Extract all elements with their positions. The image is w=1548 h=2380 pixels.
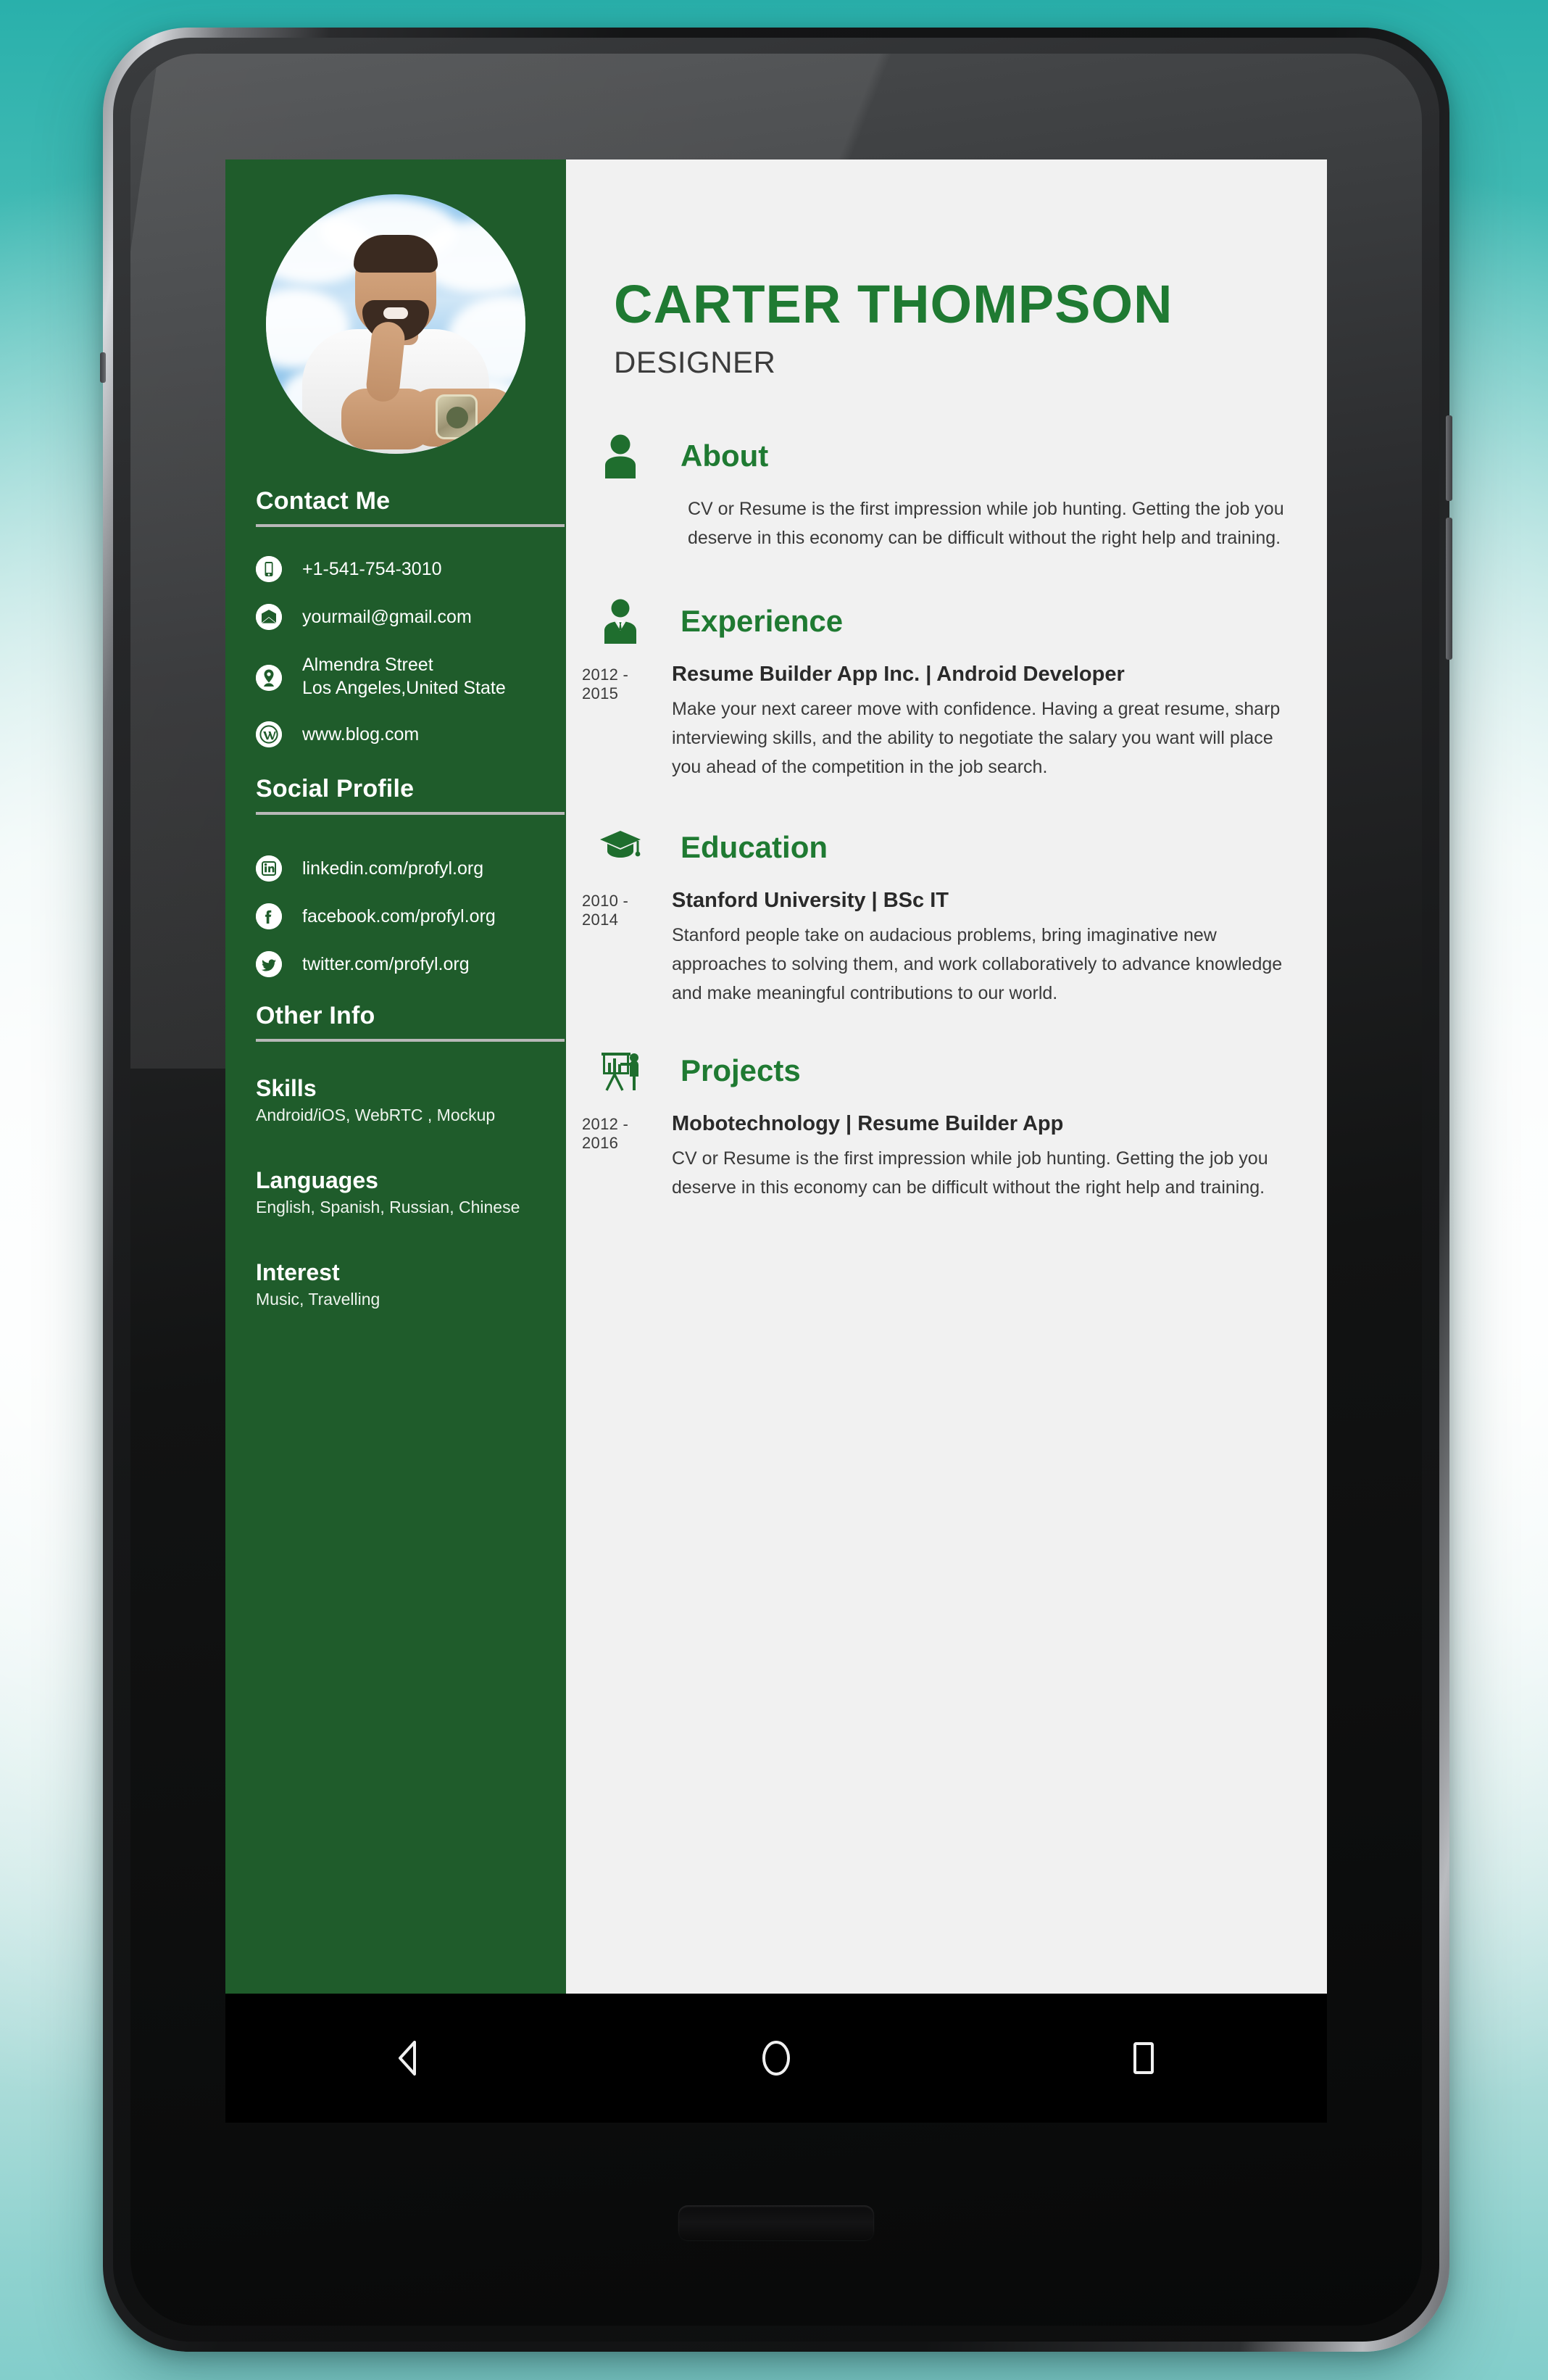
education-entry-desc: Stanford people take on audacious proble… — [672, 925, 1283, 1003]
skills-heading: Skills — [256, 1075, 317, 1101]
projects-header: Projects — [566, 1048, 1299, 1093]
resume-main: CARTER THOMPSON DESIGNER About CV or Res… — [566, 159, 1327, 1994]
contact-email-text: yourmail@gmail.com — [302, 607, 472, 627]
social-section-title: Social Profile — [256, 775, 415, 803]
contact-item-location[interactable]: Almendra Street Los Angeles,United State — [256, 652, 566, 700]
graduation-cap-icon — [598, 825, 643, 870]
social-item-linkedin[interactable]: linkedin.com/profyl.org — [256, 855, 566, 882]
businessman-icon — [598, 599, 643, 644]
education-title: Education — [681, 830, 828, 864]
back-button[interactable] — [365, 2015, 452, 2102]
phone-icon — [256, 556, 282, 582]
recents-button[interactable] — [1100, 2015, 1187, 2102]
experience-header: Experience — [566, 599, 1299, 644]
skills-block: Skills Android/iOS, WebRTC , Mockup — [225, 1075, 566, 1127]
other-info-divider — [256, 1039, 565, 1042]
person-icon — [598, 434, 643, 478]
education-entry: 2010 - 2014 Stanford University | BSc IT… — [566, 887, 1299, 1008]
experience-entry-desc: Make your next career move with confiden… — [672, 699, 1281, 777]
interest-text: Music, Travelling — [256, 1290, 380, 1309]
projects-entry: 2012 - 2016 Mobotechnology | Resume Buil… — [566, 1111, 1299, 1202]
address-line-1: Almendra Street — [302, 655, 433, 675]
location-icon — [256, 665, 282, 691]
projects-entry-title: Mobotechnology | Resume Builder App — [672, 1112, 1064, 1135]
education-section: Education 2010 - 2014 Stanford Universit… — [566, 825, 1299, 1008]
twitter-icon — [256, 951, 282, 977]
contact-website-text: www.blog.com — [302, 724, 420, 745]
languages-block: Languages English, Spanish, Russian, Chi… — [225, 1167, 566, 1219]
education-header: Education — [566, 825, 1299, 870]
contact-item-email[interactable]: yourmail@gmail.com — [256, 604, 566, 630]
social-twitter-text: twitter.com/profyl.org — [302, 954, 470, 974]
avatar-container — [225, 159, 566, 454]
home-button[interactable] — [733, 2015, 820, 2102]
about-header: About — [566, 434, 1299, 478]
social-facebook-text: facebook.com/profyl.org — [302, 906, 496, 926]
interest-heading: Interest — [256, 1259, 340, 1285]
contact-item-phone[interactable]: +1-541-754-3010 — [256, 556, 566, 582]
projects-title: Projects — [681, 1053, 801, 1087]
wordpress-icon — [256, 721, 282, 747]
other-info-section-title: Other Info — [256, 1002, 375, 1029]
languages-heading: Languages — [256, 1167, 378, 1193]
phone-device: Contact Me +1-541-754-3010 yourmail@gmai… — [100, 28, 1452, 2352]
address-line-2: Los Angeles,United State — [302, 678, 506, 698]
interest-block: Interest Music, Travelling — [225, 1259, 566, 1311]
app-screen: Contact Me +1-541-754-3010 yourmail@gmai… — [225, 159, 1327, 1994]
projects-section: Projects 2012 - 2016 Mobotechnology | Re… — [566, 1048, 1299, 1202]
social-list: linkedin.com/profyl.org facebook.com/pro… — [225, 815, 566, 977]
avatar — [266, 194, 525, 454]
experience-section: Experience 2012 - 2015 Resume Builder Ap… — [566, 599, 1299, 781]
projects-entry-desc: CV or Resume is the first impression whi… — [672, 1148, 1268, 1198]
presentation-icon — [598, 1048, 643, 1093]
bottom-speaker — [678, 2205, 874, 2240]
education-years: 2010 - 2014 — [582, 892, 629, 929]
experience-entry-title: Resume Builder App Inc. | Android Develo… — [672, 663, 1125, 686]
about-body: CV or Resume is the first impression whi… — [566, 494, 1299, 552]
languages-text: English, Spanish, Russian, Chinese — [256, 1198, 520, 1216]
social-item-twitter[interactable]: twitter.com/profyl.org — [256, 951, 566, 977]
contact-location-text: Almendra Street Los Angeles,United State — [282, 652, 506, 700]
contact-phone-text: +1-541-754-3010 — [302, 559, 442, 579]
about-title: About — [681, 439, 769, 473]
contact-list: +1-541-754-3010 yourmail@gmail.com Almen… — [225, 527, 566, 747]
volume-button[interactable] — [1446, 415, 1452, 501]
email-icon — [256, 604, 282, 630]
power-button[interactable] — [1446, 518, 1452, 660]
experience-title: Experience — [681, 604, 844, 638]
about-text: CV or Resume is the first impression whi… — [688, 499, 1284, 548]
social-item-facebook[interactable]: facebook.com/profyl.org — [256, 903, 566, 929]
experience-years: 2012 - 2015 — [582, 666, 629, 702]
facebook-icon — [256, 903, 282, 929]
social-linkedin-text: linkedin.com/profyl.org — [302, 858, 484, 879]
skills-text: Android/iOS, WebRTC , Mockup — [256, 1106, 496, 1124]
android-navigation-bar — [225, 1994, 1327, 2123]
about-section: About CV or Resume is the first impressi… — [566, 434, 1299, 552]
sim-tray — [100, 352, 106, 383]
profile-role: DESIGNER — [614, 345, 776, 379]
projects-years: 2012 - 2016 — [582, 1115, 629, 1152]
experience-entry: 2012 - 2015 Resume Builder App Inc. | An… — [566, 661, 1299, 781]
contact-section-title: Contact Me — [256, 487, 391, 515]
page-title: CARTER THOMPSON — [614, 274, 1173, 334]
linkedin-icon — [256, 855, 282, 882]
contact-item-website[interactable]: www.blog.com — [256, 721, 566, 747]
resume-sidebar: Contact Me +1-541-754-3010 yourmail@gmai… — [225, 159, 566, 1994]
education-entry-title: Stanford University | BSc IT — [672, 889, 949, 912]
